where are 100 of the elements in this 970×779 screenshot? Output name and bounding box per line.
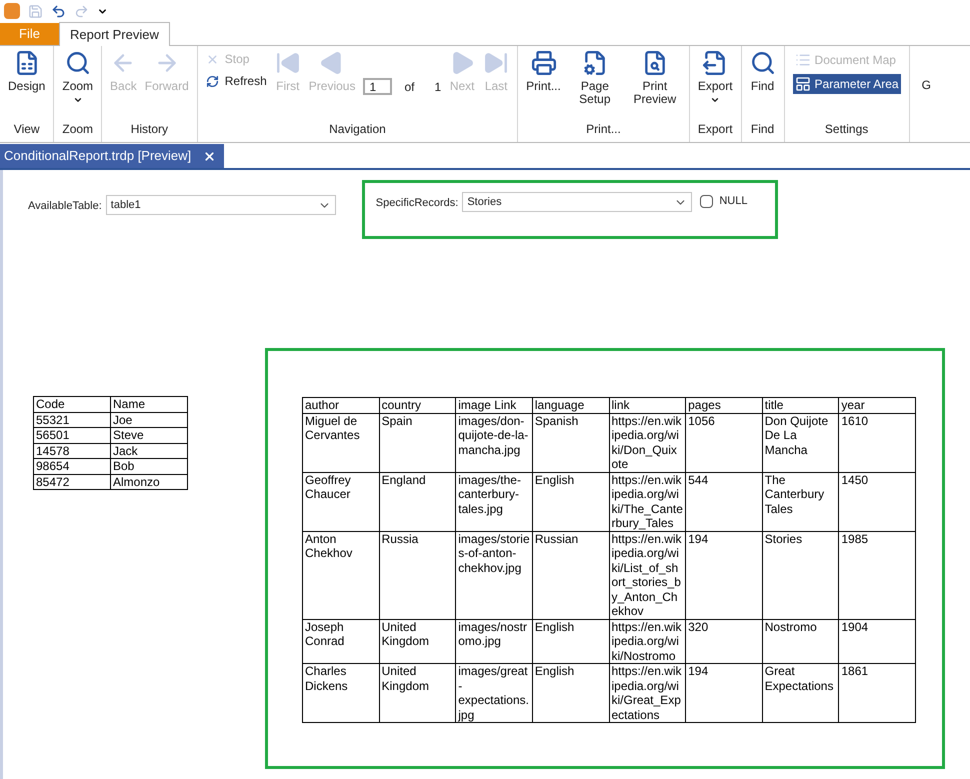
group-label: Navigation <box>328 121 387 138</box>
ribbon-button[interactable]: Zoom <box>58 46 98 120</box>
table-cell: Steve <box>110 428 188 443</box>
table-cell: https://en.wikipedia.org/wiki/Great_Expectations <box>609 664 686 722</box>
ribbon-button[interactable]: Export <box>694 46 737 120</box>
table-cell: images/stories-of-anton-chekhov.jpg <box>456 531 532 619</box>
table-cell: United Kingdom <box>379 619 456 664</box>
table-cell: 194 <box>686 664 762 722</box>
table-cell: United Kingdom <box>379 664 456 722</box>
table-cell: Russia <box>379 531 456 619</box>
page-number-field[interactable]: 1 <box>363 78 392 95</box>
table-cell: Joseph Conrad <box>302 619 380 664</box>
table-cell: images/nostromo.jpg <box>456 619 532 664</box>
ribbon-button[interactable]: Print Preview <box>624 46 685 120</box>
checkbox-label: NULL <box>719 194 748 209</box>
table-cell: 1861 <box>838 664 916 722</box>
ribbon-label: G <box>922 78 931 92</box>
table-cell: 1610 <box>838 413 916 472</box>
table-cell: English <box>532 664 609 722</box>
table-cell: 1985 <box>838 531 916 619</box>
table-cell: English <box>532 619 609 664</box>
group-label: Zoom <box>61 121 94 138</box>
close-icon <box>203 150 216 162</box>
table-cell: 56501 <box>34 428 110 443</box>
table-cell: Spain <box>379 413 456 472</box>
table-cell: 320 <box>686 619 762 664</box>
group-label: Print... <box>585 121 622 138</box>
table-cell: Great Expectations <box>762 664 839 722</box>
group-label: Settings <box>824 121 870 138</box>
refresh-icon <box>206 74 219 88</box>
table-cell: English <box>532 472 609 531</box>
table-cell: images/great-expectations.jpg <box>456 664 532 722</box>
parameter-area-icon <box>794 76 811 92</box>
last-page-icon <box>483 50 510 76</box>
document-tab[interactable]: ConditionalReport.trdp [Preview] <box>0 144 224 168</box>
app-logo-icon <box>4 3 20 19</box>
ribbon-button[interactable]: Find <box>746 46 780 120</box>
table-cell: Miguel de Cervantes <box>302 413 380 472</box>
table-cell: 544 <box>686 472 762 531</box>
table-cell: 1450 <box>838 472 916 531</box>
ribbon-button[interactable]: Design <box>4 46 50 120</box>
page-of-label: of <box>404 79 414 96</box>
column-header: image Link <box>456 398 532 413</box>
document-map-icon <box>794 52 811 68</box>
redo-icon <box>74 4 89 18</box>
search-icon <box>750 50 776 76</box>
table-cell: Almonzo <box>110 474 188 490</box>
column-header: Name <box>110 396 188 412</box>
column-header: pages <box>686 398 762 413</box>
page-total: 1 <box>434 79 442 96</box>
table-cell: 1056 <box>686 413 762 472</box>
table-cell: England <box>379 472 456 531</box>
parameter-label: SpecificRecords: <box>376 196 458 211</box>
table-cell: 194 <box>686 531 762 619</box>
table-cell: Anton Chekhov <box>302 531 380 619</box>
table-cell: Charles Dickens <box>302 664 380 722</box>
column-header: Code <box>34 396 110 412</box>
ribbon-button[interactable]: Print... <box>522 46 565 120</box>
group-label: View <box>12 121 41 138</box>
table-cell: Joe <box>110 412 188 428</box>
column-header: author <box>302 398 380 413</box>
save-icon <box>28 4 43 18</box>
table-cell: Nostromo <box>762 619 839 664</box>
parameter-dropdown[interactable]: Stories <box>462 192 692 212</box>
table-cell: Jack <box>110 443 188 458</box>
table-cell: Bob <box>110 458 188 474</box>
table-cell: Stories <box>762 531 839 619</box>
column-header: link <box>609 398 686 413</box>
column-header: title <box>762 398 839 413</box>
table-cell: 55321 <box>34 412 110 428</box>
zoom-icon <box>64 50 91 76</box>
table-cell: 85472 <box>34 474 110 490</box>
group-label: Find <box>750 121 776 138</box>
group-label: Export <box>696 121 734 138</box>
first-page-icon <box>274 50 301 76</box>
page-setup-icon <box>582 50 608 76</box>
table-cell: 98654 <box>34 458 110 474</box>
group-label: History <box>130 121 170 138</box>
table-cell: Don Quijote De La Mancha <box>762 413 839 472</box>
table-cell: Geoffrey Chaucer <box>302 472 380 531</box>
column-header: year <box>838 398 916 413</box>
parameter-label: AvailableTable: <box>28 199 102 214</box>
table-cell: The Canterbury Tales <box>762 472 839 531</box>
table-cell: images/don-quijote-de-la-mancha.jpg <box>456 413 532 472</box>
table-cell: images/the-canterbury-tales.jpg <box>456 472 532 531</box>
ribbon-button[interactable]: Page Setup <box>564 46 625 120</box>
close-icon <box>206 52 219 66</box>
printer-icon <box>530 50 557 76</box>
table-cell: Russian <box>532 531 609 619</box>
table-cell: 14578 <box>34 443 110 458</box>
table-cell: 1904 <box>838 619 916 664</box>
parameter-dropdown[interactable]: table1 <box>106 195 336 215</box>
undo-icon <box>51 4 66 18</box>
ribbon-button[interactable]: Refresh <box>206 72 267 90</box>
toggle-button[interactable]: Parameter Area <box>792 74 901 94</box>
column-header: country <box>379 398 456 413</box>
column-header: language <box>532 398 609 413</box>
ribbon-tab[interactable]: Report Preview <box>59 22 170 46</box>
table-cell: Spanish <box>532 413 609 472</box>
null-checkbox[interactable] <box>700 194 714 208</box>
